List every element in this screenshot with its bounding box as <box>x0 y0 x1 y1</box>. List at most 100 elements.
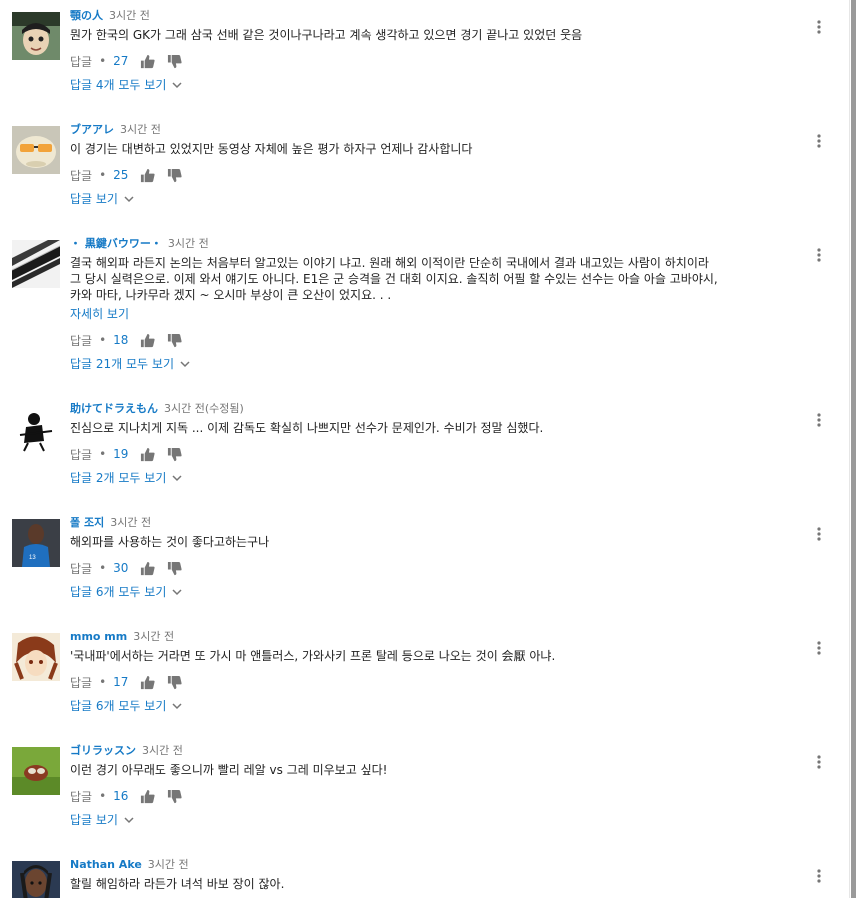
comment-body: ゴリラッスン 3시간 전 이런 경기 아무래도 좋으니까 빨리 레알 vs 그레 … <box>70 743 809 828</box>
comment-actions: 답글 • 27 <box>70 52 809 70</box>
author-name[interactable]: 助けてドラえもん <box>70 402 158 415</box>
comment-actions: 답글 • 19 <box>70 445 809 463</box>
view-replies-label: 답글 보기 <box>70 192 118 206</box>
author-name[interactable]: ・ 黒鍵バウワー・ <box>70 237 162 250</box>
thumbs-down-icon[interactable] <box>167 168 183 183</box>
thumbs-down-icon[interactable] <box>167 54 183 69</box>
author-name[interactable]: Nathan Ake <box>70 858 142 871</box>
view-replies-button[interactable]: 답글 6개 모두 보기 <box>70 698 182 714</box>
comment-actions: 답글 • 16 <box>70 787 809 805</box>
reply-button[interactable]: 답글 <box>70 560 92 577</box>
view-replies-button[interactable]: 답글 6개 모두 보기 <box>70 584 182 600</box>
comment-text: 이런 경기 아무래도 좋으니까 빨리 레알 vs 그레 미우보고 싶다! <box>70 763 388 777</box>
chevron-down-icon <box>172 473 182 483</box>
like-count: 30 <box>113 561 129 575</box>
author-name[interactable]: 顎の人 <box>70 9 103 22</box>
comment-text-line: 카와 마타, 나카무라 겠지 ~ 오시마 부상이 큰 오산이 었지요. . . <box>70 288 392 302</box>
more-vert-icon[interactable] <box>817 134 821 148</box>
avatar[interactable] <box>12 747 60 795</box>
chevron-down-icon <box>124 815 134 825</box>
comment-header: Nathan Ake 3시간 전 <box>70 857 809 873</box>
thumbs-down-icon[interactable] <box>167 333 183 348</box>
avatar[interactable] <box>12 633 60 681</box>
scrollbar-thumb[interactable] <box>851 0 856 898</box>
chevron-down-icon <box>180 359 190 369</box>
view-replies-label: 답글 6개 모두 보기 <box>70 585 167 599</box>
thumbs-up-icon[interactable] <box>140 168 156 183</box>
comment-text: 진심으로 지나치게 지독 ... 이제 감독도 확실히 나쁘지만 선수가 문제인… <box>70 421 544 435</box>
thumbs-up-icon[interactable] <box>140 54 156 69</box>
avatar[interactable] <box>12 12 60 60</box>
comment-text: 뭔가 한국의 GK가 그래 삼국 선배 같은 것이나구나라고 계속 생각하고 있… <box>70 28 583 42</box>
reply-button[interactable]: 답글 <box>70 788 92 805</box>
comment-time[interactable]: 3시간 전 <box>142 744 183 757</box>
more-vert-icon[interactable] <box>817 413 821 427</box>
separator-dot: • <box>99 54 107 68</box>
separator-dot: • <box>99 789 107 803</box>
thumbs-up-icon[interactable] <box>140 561 156 576</box>
comment-time[interactable]: 3시간 전 <box>133 630 174 643</box>
read-more-link[interactable]: 자세히 보기 <box>70 306 129 322</box>
avatar[interactable] <box>12 861 60 898</box>
view-replies-label: 답글 6개 모두 보기 <box>70 699 167 713</box>
comment-actions: 답글 • 17 <box>70 673 809 691</box>
view-replies-button[interactable]: 답글 2개 모두 보기 <box>70 470 182 486</box>
thumbs-down-icon[interactable] <box>167 561 183 576</box>
author-name[interactable]: ゴリラッスン <box>70 744 136 757</box>
thumbs-up-icon[interactable] <box>140 447 156 462</box>
comment-text: 이 경기는 대변하고 있었지만 동영상 자체에 높은 평가 하자구 언제나 감사… <box>70 142 473 156</box>
separator-dot: • <box>99 675 107 689</box>
comment-actions: 답글 • 25 <box>70 166 809 184</box>
view-replies-button[interactable]: 답글 21개 모두 보기 <box>70 356 190 372</box>
reply-button[interactable]: 답글 <box>70 332 92 349</box>
avatar[interactable] <box>12 126 60 174</box>
chevron-down-icon <box>124 194 134 204</box>
comment-header: 顎の人 3시간 전 <box>70 8 809 24</box>
chevron-down-icon <box>172 80 182 90</box>
comment-text: '국내파'에서하는 거라면 또 가시 마 앤틀러스, 가와사키 프론 탈레 등으… <box>70 649 556 663</box>
comment-time[interactable]: 3시간 전 <box>148 858 189 871</box>
reply-button[interactable]: 답글 <box>70 53 92 70</box>
view-replies-button[interactable]: 답글 4개 모두 보기 <box>70 77 182 93</box>
comment-time[interactable]: 3시간 전 <box>120 123 161 136</box>
thumbs-up-icon[interactable] <box>140 333 156 348</box>
thumbs-down-icon[interactable] <box>167 675 183 690</box>
view-replies-button[interactable]: 답글 보기 <box>70 191 134 207</box>
more-vert-icon[interactable] <box>817 20 821 34</box>
thumbs-up-icon[interactable] <box>140 789 156 804</box>
comment-header: ・ 黒鍵バウワー・ 3시간 전 <box>70 236 809 252</box>
comment-text-line: 결국 해외파 라든지 논의는 처음부터 알고있는 이야기 냐고. 원래 해외 이… <box>70 256 709 270</box>
comment-time[interactable]: 3시간 전 <box>168 237 209 250</box>
thumbs-down-icon[interactable] <box>167 447 183 462</box>
reply-button[interactable]: 답글 <box>70 446 92 463</box>
comment-body: ブアアレ 3시간 전 이 경기는 대변하고 있었지만 동영상 자체에 높은 평가 … <box>70 122 809 207</box>
more-vert-icon[interactable] <box>817 641 821 655</box>
svg-text:13: 13 <box>29 555 36 561</box>
more-vert-icon[interactable] <box>817 869 821 883</box>
comment-body: ・ 黒鍵バウワー・ 3시간 전 결국 해외파 라든지 논의는 처음부터 알고있는 … <box>70 236 809 372</box>
like-count: 25 <box>113 168 129 182</box>
comment-time[interactable]: 3시간 전 <box>110 516 151 529</box>
thumbs-down-icon[interactable] <box>167 789 183 804</box>
separator-dot: • <box>99 561 107 575</box>
comment-header: ゴリラッスン 3시간 전 <box>70 743 809 759</box>
comment-time[interactable]: 3시간 전(수정됨) <box>164 402 244 415</box>
avatar[interactable] <box>12 240 60 288</box>
comment-text: 해외파를 사용하는 것이 좋다고하는구나 <box>70 535 270 549</box>
thumbs-up-icon[interactable] <box>140 675 156 690</box>
more-vert-icon[interactable] <box>817 527 821 541</box>
comment-actions: 답글 • 18 <box>70 331 809 349</box>
author-name[interactable]: 폴 조지 <box>70 516 104 529</box>
reply-button[interactable]: 답글 <box>70 674 92 691</box>
comment-time[interactable]: 3시간 전 <box>109 9 150 22</box>
view-replies-button[interactable]: 답글 보기 <box>70 812 134 828</box>
avatar[interactable]: 13 <box>12 519 60 567</box>
reply-button[interactable]: 답글 <box>70 167 92 184</box>
avatar[interactable] <box>12 405 60 453</box>
comment-header: ブアアレ 3시간 전 <box>70 122 809 138</box>
author-name[interactable]: ブアアレ <box>70 123 114 136</box>
comment-text: 할릴 해임하라 라든가 녀석 바보 장이 잖아. <box>70 877 285 891</box>
more-vert-icon[interactable] <box>817 248 821 262</box>
author-name[interactable]: mmo mm <box>70 630 127 643</box>
more-vert-icon[interactable] <box>817 755 821 769</box>
